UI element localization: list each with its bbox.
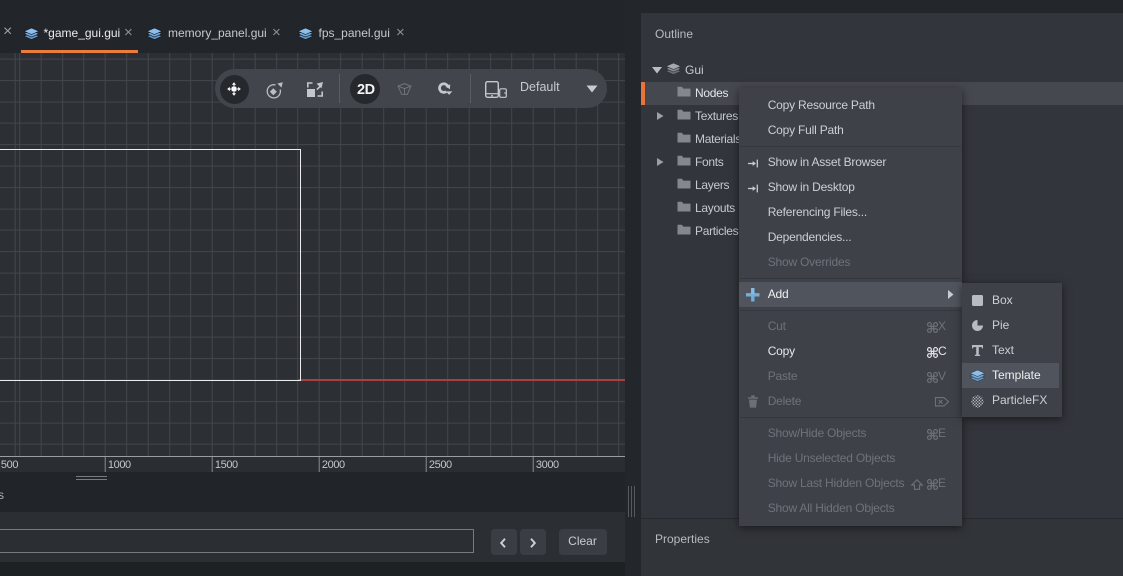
svg-text:2500: 2500	[429, 459, 452, 471]
svg-text:2000: 2000	[322, 459, 345, 471]
svg-text:1500: 1500	[215, 459, 238, 471]
svg-text:500: 500	[1, 459, 18, 471]
svg-text:1000: 1000	[108, 459, 131, 471]
svg-text:3000: 3000	[536, 459, 559, 471]
